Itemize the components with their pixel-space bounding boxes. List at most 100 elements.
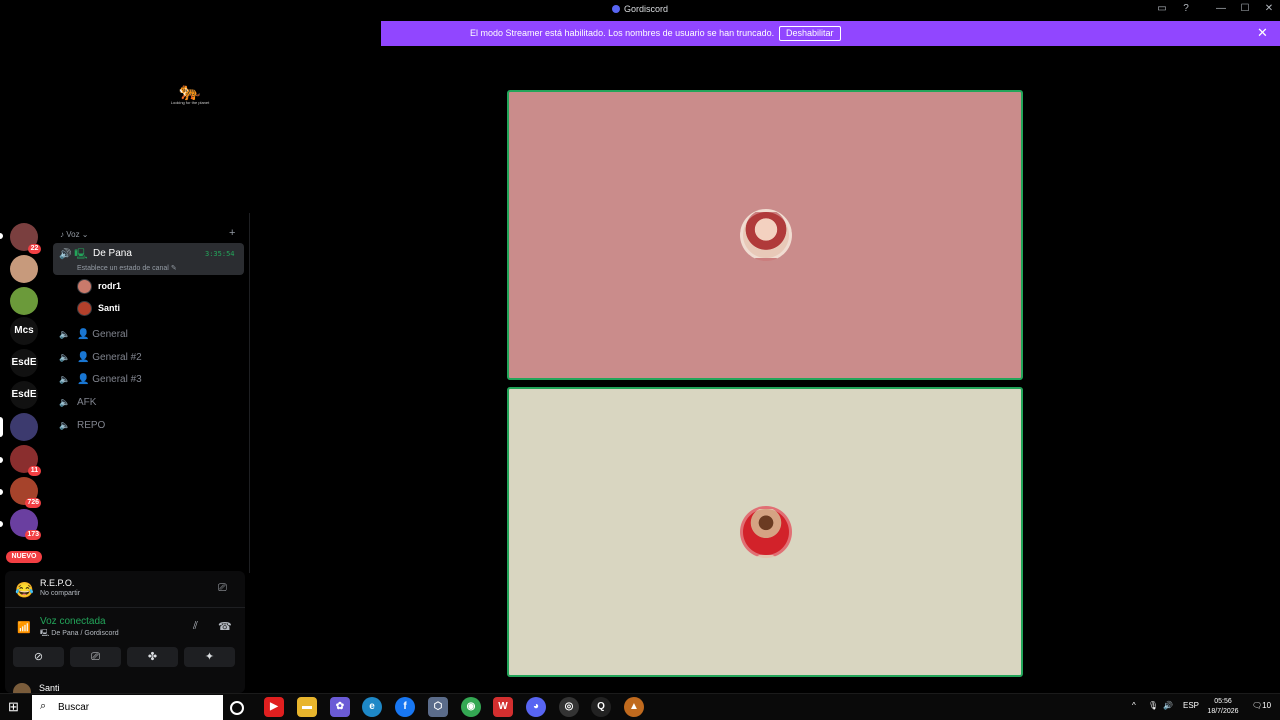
soundboard-icon: ✦ [204,651,215,663]
signal-icon[interactable]: 📶 [17,621,31,634]
new-badge: NUEVO [6,551,42,563]
copilot-icon[interactable]: ✿ [330,697,350,717]
clock[interactable]: 05:56 18/7/2026 [1203,697,1243,717]
server-icon[interactable]: EsdE [10,349,38,377]
mention-badge: 726 [25,498,41,508]
speaker-icon: 🔊 🖳 [59,249,88,260]
user-row: Santi [5,677,245,701]
server-icon[interactable]: 173 [10,509,41,540]
chevron-up-icon[interactable]: ^ [1132,701,1136,710]
unread-indicator [0,457,3,463]
avatar [740,506,792,558]
cat-logo-icon: 🐅 [178,81,202,101]
channel-name: De Pana [93,248,132,259]
discord-icon[interactable]: ◕ [526,697,546,717]
voice-channel[interactable]: 🔈 👤 General #2 [59,352,142,368]
notification-icon[interactable]: 🗨10 [1252,701,1271,710]
activities-button[interactable]: ✤ [127,647,178,667]
facebook-icon[interactable]: f [395,697,415,717]
voice-member[interactable]: Santi [77,301,120,317]
avatar [77,301,92,316]
server-icon[interactable]: 22 [10,223,41,254]
pencil-icon: ✎ [170,265,177,272]
server-icon[interactable] [10,413,38,441]
voice-tile[interactable] [507,387,1023,677]
server-icon[interactable]: Mcs [10,317,38,345]
microphone-icon[interactable]: 🎙 [1148,701,1158,710]
window-title: Gordiscord [0,4,1280,14]
activities-icon: ✤ [147,651,158,663]
server-banner-tagline: Looking for the planet [170,100,210,105]
discord-logo-icon [611,5,620,13]
speaker-icon: 🔈 [59,329,71,339]
screen-share-icon[interactable]: ⎚ [218,582,227,595]
category-voice[interactable]: ♪ Voz ⌄ [60,230,89,239]
share-screen-button[interactable]: ⎚ [70,647,121,667]
disable-streamer-button[interactable]: Deshabilitar [779,26,841,41]
user-lock-icon: 👤 [77,374,93,385]
close-window-button[interactable]: ✕ [1261,3,1277,17]
help-icon[interactable]: ? [1178,3,1194,17]
streamer-mode-banner: El modo Streamer está habilitado. Los no… [381,21,1280,46]
folder-icon[interactable]: ▬ [297,697,317,717]
minimize-button[interactable]: — [1213,3,1229,17]
maximize-button[interactable]: ☐ [1237,3,1253,17]
voice-channel[interactable]: 🔈 👤 General [59,329,128,345]
voice-channel[interactable]: 🔈 👤 General #3 [59,374,142,390]
speaker-icon[interactable]: 🔊 [1163,701,1173,710]
voice-channel[interactable]: 🔈 REPO [59,420,105,436]
speaker-icon: 🔈 [59,374,71,384]
channel-status[interactable]: Establece un estado de canal ✎ [77,264,177,272]
edge-icon[interactable]: e [362,697,382,717]
screen-share-icon: ⎚ [91,651,100,663]
taskbar-search[interactable]: ⌕ Buscar [32,695,223,720]
username: Santi [39,683,60,693]
steam-icon[interactable]: ◎ [559,697,579,717]
game-name: R.E.P.O. [40,578,75,588]
call-duration: 3:35:54 [205,250,235,258]
chrome-icon[interactable]: ◉ [461,697,481,717]
close-banner-icon[interactable]: ✕ [1257,25,1268,41]
voice-status[interactable]: Voz conectada [40,616,106,627]
search-icon: ⌕ [40,700,47,712]
voice-member[interactable]: rodr1 [77,279,121,295]
speaker-icon: 🔈 [59,352,71,362]
server-icon[interactable] [10,255,38,283]
soundboard-button[interactable]: ✦ [184,647,235,667]
user-panel: 😂 R.E.P.O. No compartir ⎚ 📶 Voz conectad… [5,571,245,701]
voice-connected-row: 📶 Voz conectada 🖳 De Pana / Gordiscord ⫽… [5,611,245,647]
app-icon[interactable]: Q [591,697,611,717]
streamer-mode-message: El modo Streamer está habilitado. Los no… [470,28,775,38]
noise-suppression-icon[interactable]: ⫽ [193,620,198,633]
cortana-icon[interactable] [230,701,244,715]
windows-start-icon[interactable]: ⊞ [8,699,19,715]
speaker-icon: 🔈 [59,397,71,407]
unread-indicator [0,521,3,527]
voice-channel[interactable]: 🔈 AFK [59,397,96,413]
voice-tile[interactable] [507,90,1023,380]
voice-channel-active[interactable]: 🔊 🖳 De Pana 3:35:54 Establece un estado … [53,243,244,275]
youtube-icon[interactable]: ▶ [264,697,284,717]
server-icon[interactable]: 11 [10,445,41,476]
activity-row: 😂 R.E.P.O. No compartir ⎚ [5,571,245,608]
monitor-icon: 🖳 [40,630,52,637]
server-icon[interactable]: EsdE [10,381,38,409]
title-bar: Gordiscord ▭ ? — ☐ ✕ [0,0,1280,21]
disconnect-icon[interactable]: ☎ [218,620,232,633]
server-banner-logo: 🐅 Looking for the planet [160,82,220,105]
app-icon[interactable]: ⬡ [428,697,448,717]
camera-off-icon: ⊘ [33,651,44,663]
language-indicator[interactable]: ESP [1183,701,1199,710]
add-channel-icon[interactable]: + [229,227,235,239]
inbox-icon[interactable]: ▭ [1154,3,1170,17]
speaker-icon: 🔈 [59,420,71,430]
server-icon[interactable] [10,287,38,315]
unread-indicator [0,233,3,239]
camera-off-button[interactable]: ⊘ [13,647,64,667]
search-input[interactable]: Buscar [58,702,89,713]
server-icon[interactable]: 726 [10,477,41,508]
channel-list: ♪ Voz ⌄ + 🔊 🖳 De Pana 3:35:54 Establece … [53,213,250,573]
wps-icon[interactable]: W [493,697,513,717]
game-icon: 😂 [15,582,34,599]
game-app-icon[interactable]: ▲ [624,697,644,717]
